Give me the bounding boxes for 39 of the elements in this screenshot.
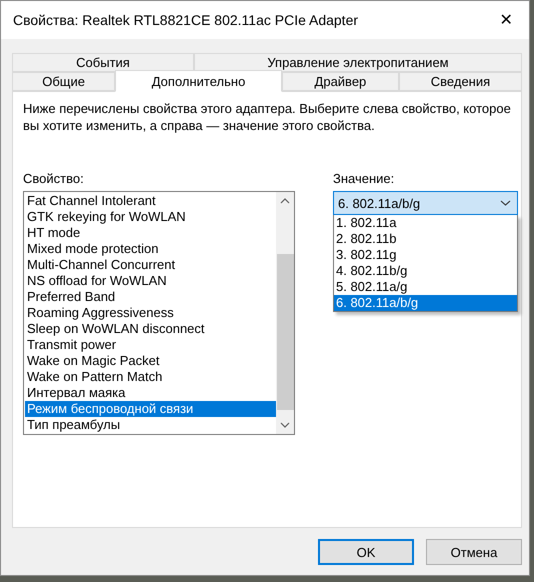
dropdown-option[interactable]: 4. 802.11b/g <box>334 263 517 279</box>
tab[interactable]: Сведения <box>398 72 522 91</box>
list-item[interactable]: Wake on Pattern Match <box>25 369 276 385</box>
list-item[interactable]: Sleep on WoWLAN disconnect <box>25 321 276 337</box>
list-item[interactable]: Mixed mode protection <box>25 241 276 257</box>
list-item[interactable]: Multi-Channel Concurrent <box>25 257 276 273</box>
scroll-up-icon[interactable] <box>280 198 290 204</box>
list-item[interactable]: Roaming Aggressiveness <box>25 305 276 321</box>
scroll-down-icon[interactable] <box>280 422 290 428</box>
ok-button[interactable]: OK <box>318 539 414 565</box>
value-dropdown[interactable]: 6. 802.11a/b/g <box>333 191 518 215</box>
list-item[interactable]: Тип преамбулы <box>25 417 276 433</box>
property-label: Свойство: <box>23 171 85 186</box>
value-label: Значение: <box>333 171 396 186</box>
description-text: Ниже перечислены свойства этого адаптера. Выберите слева свойство, которое вы хотите изменить, а справа — значение этого свойства. <box>23 100 511 134</box>
dropdown-option[interactable]: 1. 802.11a <box>334 215 517 231</box>
scroll-bar[interactable] <box>276 192 294 434</box>
list-item[interactable]: HT mode <box>25 225 276 241</box>
scroll-thumb[interactable] <box>276 254 294 410</box>
list-item[interactable]: Режим беспроводной связи <box>25 401 276 417</box>
tab[interactable]: Драйвер <box>282 72 399 91</box>
chevron-down-icon <box>500 200 511 206</box>
list-item[interactable]: Интервал маяка <box>25 385 276 401</box>
tab[interactable]: Управление электропитанием <box>194 53 522 72</box>
tab[interactable]: Дополнительно <box>115 70 282 92</box>
list-item[interactable]: Fat Channel Intolerant <box>25 193 276 209</box>
list-item[interactable]: NS offload for WoWLAN <box>25 273 276 289</box>
tab[interactable]: События <box>12 53 194 72</box>
dropdown-option[interactable]: 2. 802.11b <box>334 231 517 247</box>
list-item[interactable]: GTK rekeying for WoWLAN <box>25 209 276 225</box>
tab[interactable]: Общие <box>12 72 116 91</box>
cancel-button[interactable]: Отмена <box>426 539 522 565</box>
list-item[interactable]: Preferred Band <box>25 289 276 305</box>
dropdown-option[interactable]: 3. 802.11g <box>334 247 517 263</box>
window-title: Свойства: Realtek RTL8821CE 802.11ac PCIe Adapter <box>13 12 358 28</box>
dropdown-option[interactable]: 5. 802.11a/g <box>334 279 517 295</box>
list-item[interactable]: Wake on Magic Packet <box>25 353 276 369</box>
list-item[interactable]: Transmit power <box>25 337 276 353</box>
dropdown-option[interactable]: 6. 802.11a/b/g <box>334 295 517 311</box>
